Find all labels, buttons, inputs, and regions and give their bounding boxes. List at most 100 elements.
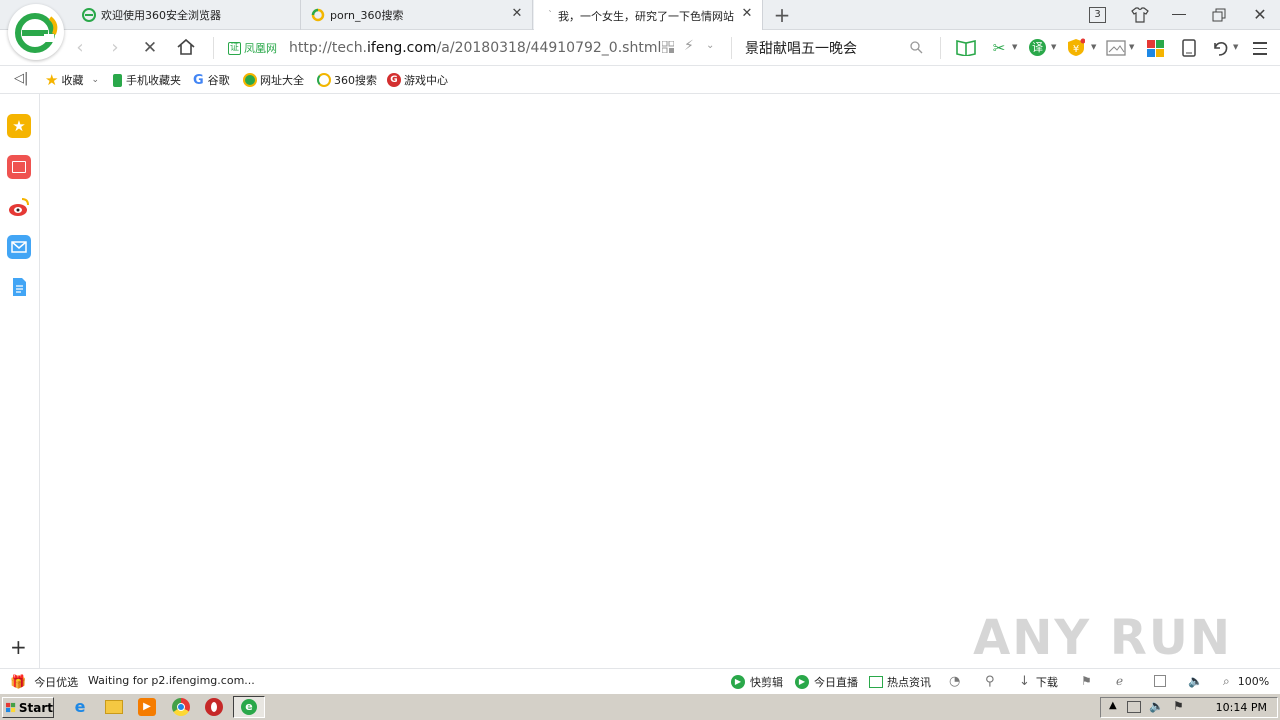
folder-taskbar-icon[interactable] xyxy=(105,700,123,714)
divider xyxy=(731,37,732,59)
screenshot-icon[interactable] xyxy=(1106,40,1126,56)
hao360-icon xyxy=(243,73,257,87)
chevron-down-icon[interactable]: ▼ xyxy=(1233,43,1238,51)
chevron-down-icon[interactable]: ▼ xyxy=(1051,43,1056,51)
tab-article[interactable]: ` 我，一个女生，研究了一下色情网站 ✕ xyxy=(534,0,763,31)
url-text[interactable]: http://tech.ifeng.com/a/20180318/4491079… xyxy=(289,40,661,56)
close-tab-icon[interactable]: ✕ xyxy=(740,7,754,21)
status-live[interactable]: ▶ 今日直播 xyxy=(795,674,858,690)
volume-icon[interactable]: 🔈 xyxy=(1149,699,1164,713)
360browser-icon: e xyxy=(241,699,257,715)
volume-icon[interactable]: 🔈 xyxy=(1188,674,1203,688)
bookmark-google[interactable]: G 谷歌 xyxy=(193,72,230,88)
site-cert-badge[interactable]: 证 凤凰网 xyxy=(228,40,277,56)
add-sidebar-item-icon[interactable]: + xyxy=(10,637,27,657)
svg-text:¥: ¥ xyxy=(1073,44,1079,55)
weibo-icon[interactable] xyxy=(7,195,31,219)
status-hot-news[interactable]: 热点资讯 xyxy=(869,674,931,690)
clock[interactable]: 10:14 PM xyxy=(1216,701,1267,714)
sidebar-toggle-icon[interactable]: ◁| xyxy=(14,71,28,86)
play-icon: ▶ xyxy=(795,675,809,689)
home-icon[interactable] xyxy=(176,38,196,56)
lightning-icon[interactable]: ⚡ xyxy=(684,38,694,54)
new-tab-button[interactable]: + xyxy=(772,4,792,26)
restore-button[interactable] xyxy=(1212,8,1226,22)
menu-icon[interactable] xyxy=(1253,40,1267,55)
skin-icon[interactable] xyxy=(1131,7,1149,23)
search-input[interactable]: 景甜献唱五一晚会 xyxy=(745,38,930,58)
status-download[interactable]: ↓ 下载 xyxy=(1019,674,1058,690)
minimize-button[interactable] xyxy=(1172,14,1186,15)
flag-icon[interactable]: ⚑ xyxy=(1081,674,1092,688)
network-icon[interactable] xyxy=(1127,701,1141,713)
chevron-down-icon[interactable]: ⌄ xyxy=(91,75,99,85)
search-icon[interactable] xyxy=(910,41,923,54)
status-item-label: 热点资讯 xyxy=(887,676,931,689)
chevron-down-icon[interactable]: ⌄ xyxy=(706,40,714,51)
bookmark-favorites[interactable]: ★ 收藏 ⌄ xyxy=(45,72,99,88)
browser-logo-icon[interactable] xyxy=(8,4,64,60)
action-center-flag-icon[interactable]: ⚑ xyxy=(1173,699,1184,713)
speed-icon[interactable]: ◔ xyxy=(949,674,960,689)
start-button[interactable]: Start xyxy=(2,697,54,718)
cert-label: 凤凰网 xyxy=(244,42,277,55)
undo-icon[interactable] xyxy=(1211,39,1229,57)
stop-button[interactable]: ✕ xyxy=(140,38,160,58)
shield-money-icon[interactable]: ¥ xyxy=(1067,38,1085,57)
status-message: Waiting for p2.ifengimg.com... xyxy=(88,674,255,687)
taskbar: Start e ▶ e ▲ 🔈 ⚑ 10:14 PM xyxy=(0,693,1280,720)
apps-grid-icon[interactable] xyxy=(1147,40,1164,57)
reading-mode-icon[interactable] xyxy=(956,39,976,56)
bookmark-hao360[interactable]: 网址大全 xyxy=(243,72,304,88)
media-player-taskbar-icon[interactable]: ▶ xyxy=(138,698,156,716)
system-tray: ▲ 🔈 ⚑ 10:14 PM xyxy=(1100,697,1278,718)
translate-icon[interactable]: 译 xyxy=(1029,39,1046,56)
bookmark-label: 谷歌 xyxy=(207,74,230,87)
qr-code-icon[interactable] xyxy=(662,41,674,53)
bookmark-label: 游戏中心 xyxy=(404,74,448,87)
bookmark-label: 手机收藏夹 xyxy=(126,74,181,87)
bookmark-mobile-favorites[interactable]: 手机收藏夹 xyxy=(113,72,181,88)
window-icon[interactable] xyxy=(1154,675,1166,687)
document-icon[interactable] xyxy=(7,275,31,299)
tab-counter-button[interactable]: 3 xyxy=(1089,7,1106,23)
zoom-control[interactable]: ⌕ 100% xyxy=(1223,674,1269,689)
phone-icon xyxy=(113,73,122,87)
tab-welcome[interactable]: 欢迎使用360安全浏览器 xyxy=(70,0,301,30)
tab-title: porn_360搜索 xyxy=(330,9,404,22)
game-icon: G xyxy=(387,73,401,87)
news-icon[interactable] xyxy=(7,155,31,179)
back-button[interactable]: ‹ xyxy=(70,38,90,58)
bookmark-label: 收藏 xyxy=(61,74,84,87)
pin-icon[interactable]: ⚲ xyxy=(985,674,995,689)
status-item-label: 今日直播 xyxy=(814,676,858,689)
tab-title: 欢迎使用360安全浏览器 xyxy=(101,9,221,22)
mobile-icon[interactable] xyxy=(1182,39,1196,57)
opera-taskbar-icon[interactable] xyxy=(205,698,223,716)
chevron-down-icon[interactable]: ▼ xyxy=(1012,43,1017,51)
bookmark-game-center[interactable]: G 游戏中心 xyxy=(387,72,448,88)
ie-taskbar-icon[interactable]: e xyxy=(71,698,89,716)
windows-logo-icon xyxy=(6,702,16,713)
scissors-icon[interactable]: ✂ xyxy=(988,38,1010,58)
favorites-star-icon[interactable]: ★ xyxy=(7,114,31,138)
chrome-taskbar-icon[interactable] xyxy=(172,698,190,716)
ie-mode-icon[interactable]: ℯ xyxy=(1116,674,1123,688)
address-bar[interactable]: 证 凤凰网 http://tech.ifeng.com/a/20180318/4… xyxy=(228,36,661,60)
bookmark-label: 360搜索 xyxy=(334,74,377,87)
bookmark-360search[interactable]: 360搜索 xyxy=(317,72,377,88)
divider xyxy=(213,37,214,59)
chevron-down-icon[interactable]: ▼ xyxy=(1091,43,1096,51)
divider xyxy=(940,37,941,59)
tab-search[interactable]: porn_360搜索 ✕ xyxy=(301,0,533,30)
forward-button[interactable]: › xyxy=(105,38,125,58)
close-tab-icon[interactable]: ✕ xyxy=(510,7,524,21)
status-quick-edit[interactable]: ▶ 快剪辑 xyxy=(731,674,783,690)
zoom-icon: ⌕ xyxy=(1223,674,1230,688)
360browser-taskbar-button[interactable]: e xyxy=(233,696,265,718)
daily-pick[interactable]: 🎁 今日优选 xyxy=(10,674,78,690)
close-window-button[interactable]: ✕ xyxy=(1251,5,1269,24)
chevron-down-icon[interactable]: ▼ xyxy=(1129,43,1134,51)
mail-icon[interactable] xyxy=(7,235,31,259)
tray-expand-icon[interactable]: ▲ xyxy=(1109,700,1117,711)
